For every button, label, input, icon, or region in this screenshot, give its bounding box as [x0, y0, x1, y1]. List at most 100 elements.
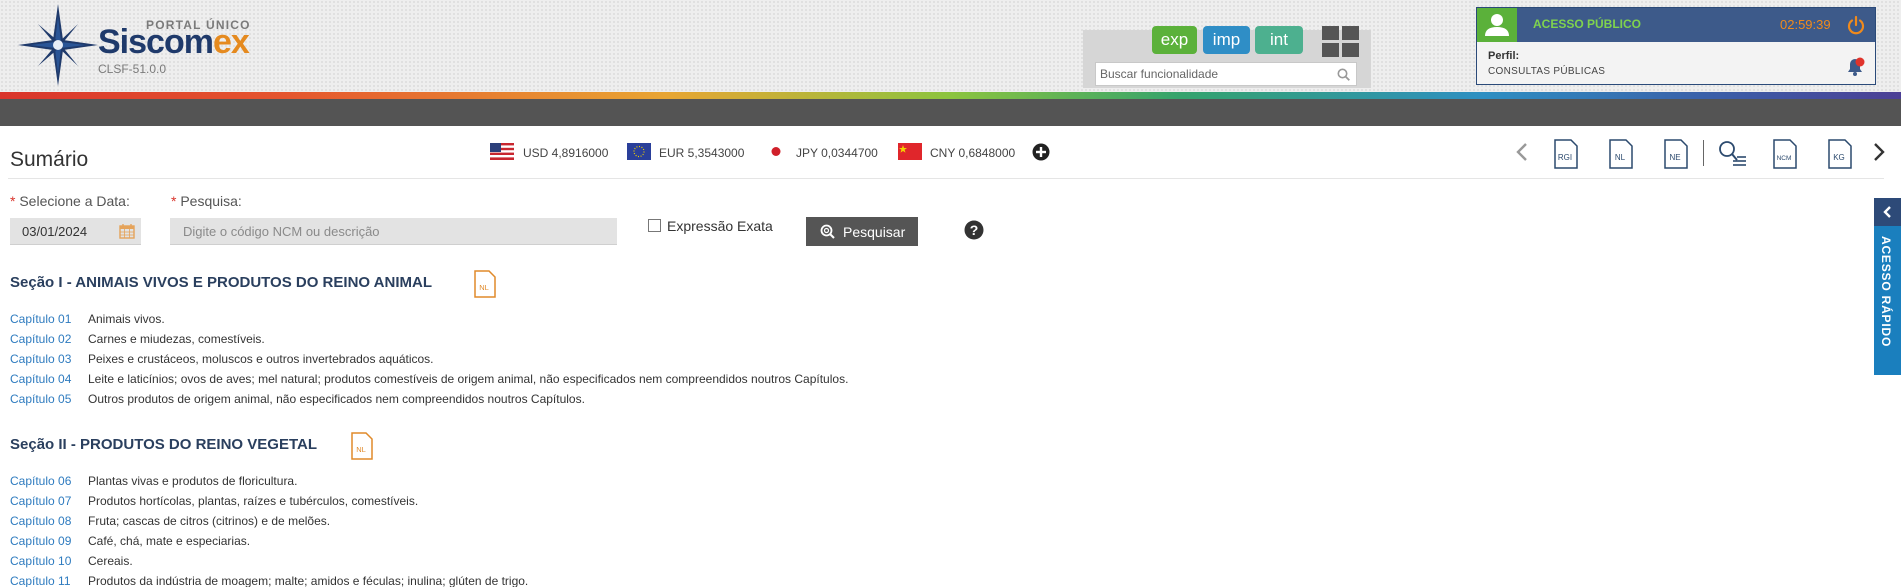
chapter-row: Capítulo 07 Produtos hortícolas, plantas,…: [10, 492, 418, 510]
chapter-row: Capítulo 08 Fruta; cascas de citros (citr…: [10, 512, 330, 530]
chapter-link[interactable]: Capítulo 09: [10, 532, 88, 550]
color-stripe: [0, 92, 1901, 99]
ncm-doc-label: NCM: [1777, 155, 1792, 162]
chapter-link[interactable]: Capítulo 07: [10, 492, 88, 510]
nl-doc-icon[interactable]: NL: [473, 270, 497, 298]
jp-flag-icon: [764, 143, 788, 160]
chapter-link[interactable]: Capítulo 08: [10, 512, 88, 530]
power-icon[interactable]: [1846, 15, 1866, 35]
eu-flag-icon: [627, 143, 651, 160]
module-int-button[interactable]: int: [1255, 26, 1303, 54]
chapter-link[interactable]: Capítulo 05: [10, 390, 88, 408]
ncm-doc-icon: NCM: [1773, 139, 1797, 169]
chapter-row: Capítulo 01 Animais vivos.: [10, 310, 165, 328]
nl-doc-label: NL: [356, 445, 366, 454]
date-field: [10, 218, 141, 245]
profile-value: CONSULTAS PÚBLICAS: [1488, 66, 1606, 77]
section-title: Seção I - ANIMAIS VIVOS E PRODUTOS DO RE…: [10, 274, 432, 291]
section-title: Seção II - PRODUTOS DO REINO VEGETAL: [10, 436, 317, 453]
nl-doc-icon: NL: [1609, 139, 1633, 169]
help-icon[interactable]: ?: [964, 220, 984, 240]
session-timer: 02:59:39: [1780, 17, 1831, 32]
brand-part-1: Siscom: [98, 23, 214, 61]
chapter-description: Fruta; cascas de citros (citrinos) e de …: [88, 514, 331, 528]
nl-doc-label: NL: [1615, 153, 1626, 162]
chapter-row: Capítulo 05 Outros produtos de origem ani…: [10, 390, 585, 408]
chapter-description: Peixes e crustáceos, moluscos e outros i…: [88, 352, 434, 366]
chapter-link[interactable]: Capítulo 03: [10, 350, 88, 368]
chapter-row: Capítulo 02 Carnes e miudezas, comestívei…: [10, 330, 265, 348]
module-exp-button[interactable]: exp: [1152, 26, 1197, 54]
title-divider: [8, 178, 1884, 179]
kg-doc-button[interactable]: KG: [1827, 139, 1853, 172]
chevron-left-icon[interactable]: [1515, 142, 1529, 162]
chapter-row: Capítulo 04 Leite e laticínios; ovos de a…: [10, 370, 848, 388]
search-button[interactable]: Pesquisar: [806, 217, 918, 246]
chapter-row: Capítulo 06 Plantas vivas e produtos de f…: [10, 472, 297, 490]
ne-doc-button[interactable]: NE: [1663, 139, 1689, 172]
rgi-doc-button[interactable]: RGI: [1553, 139, 1579, 172]
add-currency-icon[interactable]: [1032, 143, 1050, 161]
exact-expression-checkbox[interactable]: [648, 219, 661, 232]
jpy-rate: JPY 0,0344700: [796, 146, 878, 160]
ncm-search-input[interactable]: [183, 224, 603, 239]
user-panel: ACESSO PÚBLICO 02:59:39 Perfil: CONSULTA…: [1476, 7, 1876, 85]
brand-name: Siscomex: [98, 23, 250, 61]
kg-doc-icon: KG: [1828, 139, 1852, 169]
profile-label: Perfil:: [1488, 50, 1520, 62]
chapter-link[interactable]: Capítulo 10: [10, 552, 88, 570]
quick-access-label: ACESSO RÁPIDO: [1879, 236, 1893, 348]
user-panel-header: ACESSO PÚBLICO 02:59:39: [1477, 8, 1875, 42]
cny-rate: CNY 0,6848000: [930, 146, 1016, 160]
rgi-doc-label: RGI: [1558, 153, 1572, 162]
rgi-doc-icon: RGI: [1554, 139, 1578, 169]
version-label: CLSF-51.0.0: [98, 62, 167, 76]
user-title: ACESSO PÚBLICO: [1533, 17, 1642, 31]
calendar-icon[interactable]: [119, 223, 135, 239]
quick-access-tab[interactable]: ACESSO RÁPIDO: [1874, 198, 1901, 375]
chapter-link[interactable]: Capítulo 11: [10, 572, 88, 587]
ne-doc-label: NE: [1669, 153, 1680, 162]
apps-grid-icon[interactable]: [1322, 26, 1360, 58]
siscomex-logo[interactable]: PORTAL ÚNICO Siscomex CLSF-51.0.0: [18, 4, 268, 86]
chapter-link[interactable]: Capítulo 04: [10, 370, 88, 388]
page-title: Sumário: [10, 148, 89, 171]
ne-doc-icon: NE: [1664, 139, 1688, 169]
search-icon[interactable]: [1337, 68, 1350, 81]
exact-expression-label: Expressão Exata: [667, 218, 773, 234]
function-search-input[interactable]: [1100, 66, 1330, 82]
module-imp-button[interactable]: imp: [1203, 26, 1250, 54]
chevron-right-icon[interactable]: [1872, 142, 1886, 162]
date-label: * Selecione a Data:: [10, 193, 130, 209]
chapter-row: Capítulo 10 Cereais.: [10, 552, 133, 570]
ncm-doc-button[interactable]: NCM: [1772, 139, 1798, 172]
chapter-description: Carnes e miudezas, comestíveis.: [88, 332, 265, 346]
chapter-link[interactable]: Capítulo 02: [10, 330, 88, 348]
header-bar: PORTAL ÚNICO Siscomex CLSF-51.0.0 exp im…: [0, 0, 1901, 92]
nl-doc-label: NL: [479, 283, 489, 292]
chapter-link[interactable]: Capítulo 06: [10, 472, 88, 490]
user-avatar: [1477, 8, 1517, 42]
date-input[interactable]: [22, 224, 112, 239]
chapter-description: Plantas vivas e produtos de floricultura…: [88, 474, 298, 488]
compass-star-icon: [18, 4, 98, 86]
chapter-row: Capítulo 09 Café, chá, mate e especiarias…: [10, 532, 250, 550]
search-button-label: Pesquisar: [843, 224, 906, 240]
search-icon: [820, 224, 835, 239]
search-list-icon[interactable]: [1717, 139, 1747, 169]
nl-doc-icon[interactable]: NL: [350, 432, 374, 460]
toolbar-separator: [1703, 140, 1704, 166]
chapter-description: Leite e laticínios; ovos de aves; mel na…: [88, 372, 849, 386]
ncm-search-field: [170, 218, 617, 245]
chapter-description: Cereais.: [88, 554, 133, 568]
usd-rate: USD 4,8916000: [523, 146, 609, 160]
chapter-description: Animais vivos.: [88, 312, 165, 326]
required-mark: *: [10, 193, 16, 209]
required-mark: *: [171, 193, 177, 209]
quick-access-header: [1874, 198, 1901, 226]
chapter-link[interactable]: Capítulo 01: [10, 310, 88, 328]
chapter-row: Capítulo 03 Peixes e crustáceos, moluscos…: [10, 350, 434, 368]
chapter-row: Capítulo 11 Produtos da indústria de moag…: [10, 572, 528, 587]
bell-icon[interactable]: [1844, 56, 1866, 78]
nl-doc-button[interactable]: NL: [1608, 139, 1634, 172]
